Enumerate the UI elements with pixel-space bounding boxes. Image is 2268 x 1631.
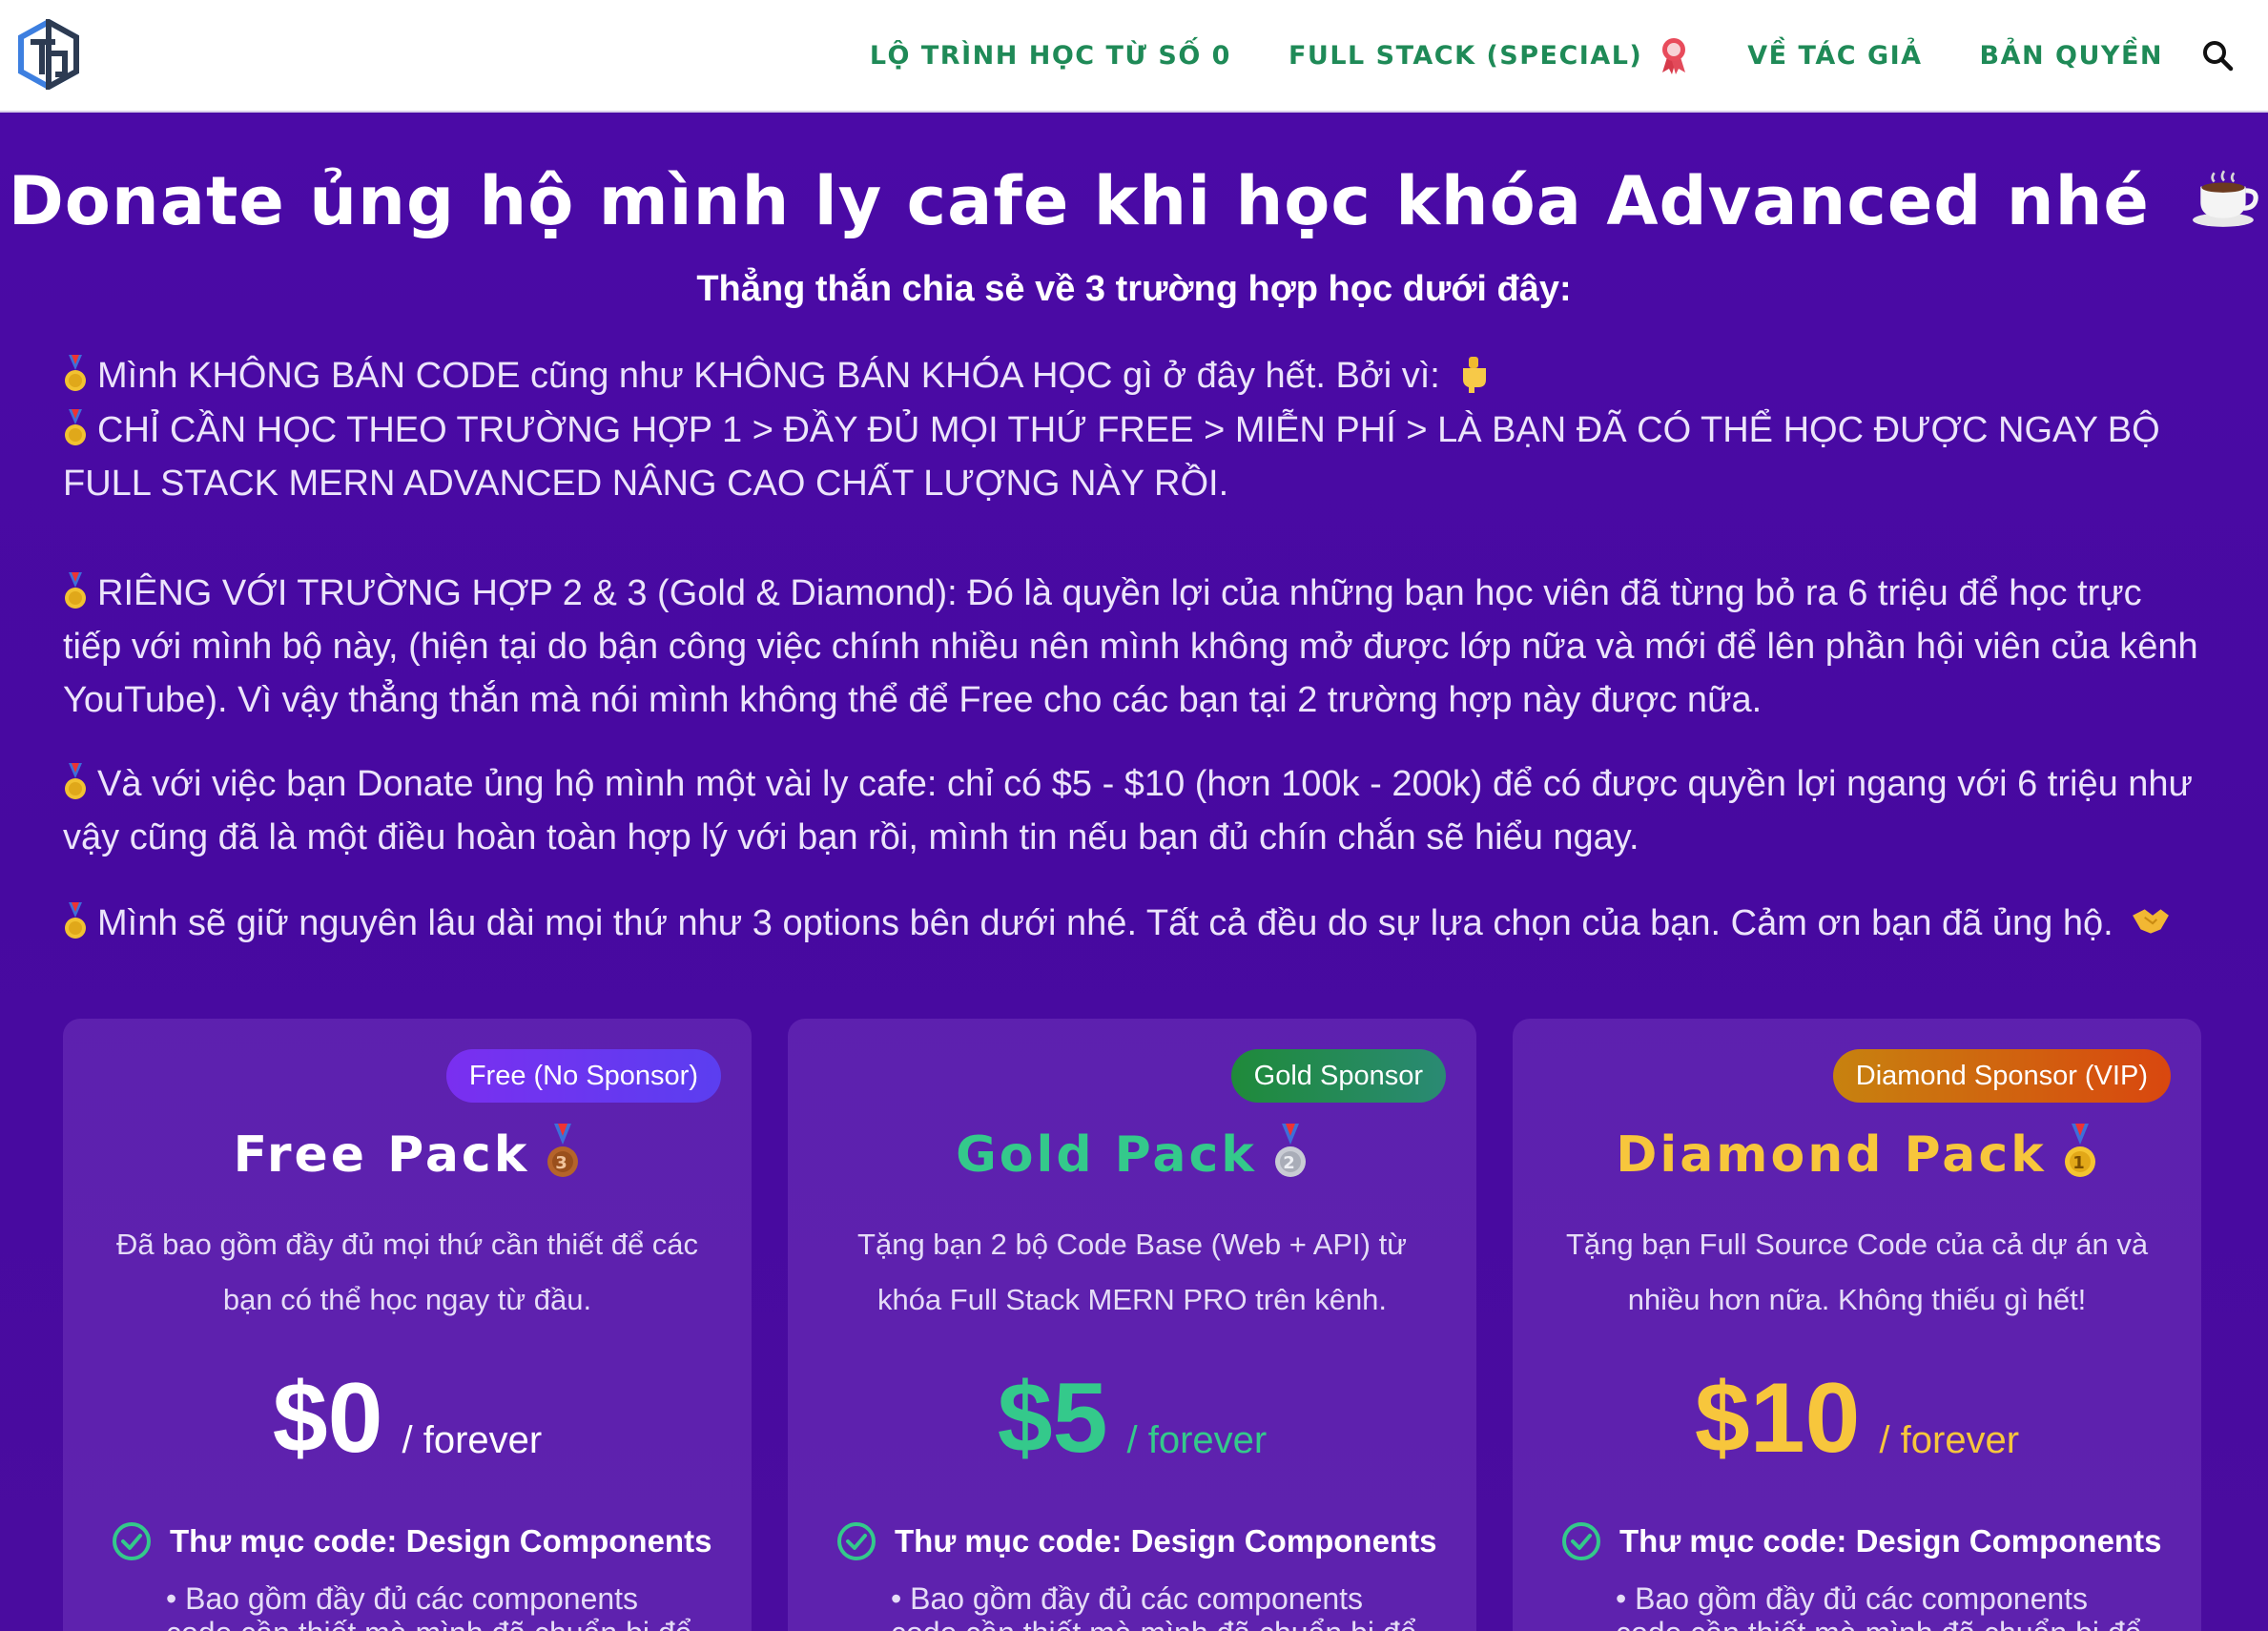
paragraph-5: Mình sẽ giữ nguyên lâu dài mọi thứ như 3… [63, 897, 2209, 950]
site-logo-icon[interactable] [17, 19, 80, 90]
paragraph-3-text: RIÊNG VỚI TRƯỜNG HỢP 2 & 3 (Gold & Diamo… [63, 573, 2198, 720]
pricing-card-gold: Gold Sponsor Gold Pack 2 Tặng bạn 2 bộ Co… [788, 1019, 1476, 1631]
paragraph-4-text: Và với việc bạn Donate ủng hộ mình một v… [63, 764, 2193, 857]
plan-title-text: Gold Pack [956, 1126, 1257, 1184]
nav-full-stack-label: FULL STACK (SPECIAL) [1288, 40, 1643, 71]
plan-period: / forever [402, 1419, 543, 1461]
bronze-medal-icon: 3 [547, 1124, 579, 1177]
svg-text:2: 2 [1283, 1153, 1298, 1173]
award-ribbon-icon [1662, 38, 1686, 74]
plan-price: $10 [1694, 1363, 1861, 1474]
page-title-text: Donate ủng hộ mình ly cafe khi học khóa … [8, 162, 2150, 240]
plan-title: Diamond Pack 1 [1513, 1124, 2201, 1184]
plan-badge: Diamond Sponsor (VIP) [1832, 1049, 2171, 1103]
paragraph-3: RIÊNG VỚI TRƯỜNG HỢP 2 & 3 (Gold & Diamo… [63, 567, 2209, 727]
plan-description: Tặng bạn 2 bộ Code Base (Web + API) từ k… [857, 1228, 1407, 1316]
paragraph-2-text: CHỈ CẦN HỌC THEO TRƯỜNG HỢP 1 > ĐẦY ĐỦ M… [63, 410, 2160, 504]
medal-icon [65, 409, 86, 445]
feature-item: Thư mục code: Design Components [111, 1520, 711, 1562]
medal-icon [65, 902, 86, 939]
plan-badge: Gold Sponsor [1230, 1049, 1446, 1103]
plan-description: Đã bao gồm đầy đủ mọi thứ cần thiết để c… [115, 1228, 699, 1316]
gold-medal-icon: 1 [2064, 1124, 2095, 1177]
plan-badge: Free (No Sponsor) [445, 1049, 721, 1103]
coffee-cup-icon [2193, 170, 2259, 227]
paragraph-1-text: Mình KHÔNG BÁN CODE cũng như KHÔNG BÁN K… [97, 356, 1440, 396]
pointing-down-icon [1463, 357, 1487, 393]
check-circle-icon [1562, 1522, 1600, 1560]
nav-copyright-label: BẢN QUYỀN [1979, 40, 2163, 71]
feature-title: Thư mục code: Design Components [1619, 1523, 2162, 1559]
page-title: Donate ủng hộ mình ly cafe khi học khóa … [0, 162, 2268, 240]
paragraph-1: Mình KHÔNG BÁN CODE cũng như KHÔNG BÁN K… [63, 349, 2209, 403]
medal-icon [65, 355, 86, 391]
plan-price: $5 [997, 1363, 1108, 1474]
medal-icon [65, 572, 86, 609]
pricing-card-free: Free (No Sponsor) Free Pack 3 Đã bao gồm … [63, 1019, 752, 1631]
plan-description: Tặng bạn Full Source Code của cả dự án v… [1565, 1228, 2149, 1316]
feature-title: Thư mục code: Design Components [170, 1523, 712, 1559]
check-circle-icon [837, 1522, 876, 1560]
paragraph-2: CHỈ CẦN HỌC THEO TRƯỜNG HỢP 1 > ĐẦY ĐỦ M… [63, 403, 2209, 510]
nav-about-author-label: VỀ TÁC GIẢ [1747, 40, 1923, 71]
medal-icon [65, 763, 86, 799]
plan-title: Free Pack 3 [63, 1124, 752, 1184]
check-circle-icon [113, 1522, 151, 1560]
site-header: LỘ TRÌNH HỌC TỪ SỐ 0 FULL STACK (SPECIAL… [0, 0, 2268, 113]
pricing-card-diamond: Diamond Sponsor (VIP) Diamond Pack 1 Tặng… [1513, 1019, 2201, 1631]
plan-price: $0 [272, 1363, 383, 1474]
plan-title-text: Free Pack [233, 1126, 530, 1184]
plan-price-row: $0 / forever [63, 1362, 752, 1476]
nav-full-stack[interactable]: FULL STACK (SPECIAL) [1289, 36, 1690, 74]
paragraph-5-text: Mình sẽ giữ nguyên lâu dài mọi thứ như 3… [97, 903, 2113, 943]
plan-period: / forever [1126, 1419, 1268, 1461]
plan-title: Gold Pack 2 [788, 1124, 1476, 1184]
main-nav: LỘ TRÌNH HỌC TỪ SỐ 0 FULL STACK (SPECIAL… [870, 0, 2234, 111]
search-icon[interactable] [2201, 39, 2234, 72]
nav-about-author[interactable]: VỀ TÁC GIẢ [1747, 41, 1922, 71]
feature-subtext: • Bao gồm đầy đủ các components code cần… [1616, 1581, 2141, 1631]
feature-title: Thư mục code: Design Components [895, 1523, 1437, 1559]
handshake-icon [2133, 909, 2170, 934]
nav-copyright[interactable]: BẢN QUYỀN [1980, 41, 2163, 71]
page-subtitle: Thẳng thắn chia sẻ về 3 trường hợp học d… [696, 269, 1572, 309]
silver-medal-icon: 2 [1274, 1124, 1306, 1177]
plan-price-row: $10 / forever [1513, 1362, 2201, 1476]
paragraph-4: Và với việc bạn Donate ủng hộ mình một v… [63, 757, 2209, 864]
donate-section: Donate ủng hộ mình ly cafe khi học khóa … [0, 113, 2268, 1631]
plan-price-row: $5 / forever [788, 1362, 1476, 1476]
plan-period: / forever [1879, 1419, 2020, 1461]
nav-learning-path[interactable]: LỘ TRÌNH HỌC TỪ SỐ 0 [870, 41, 1231, 71]
svg-text:1: 1 [2072, 1153, 2088, 1173]
svg-text:3: 3 [556, 1153, 571, 1173]
feature-item: Thư mục code: Design Components [1560, 1520, 2161, 1562]
nav-learning-path-label: LỘ TRÌNH HỌC TỪ SỐ 0 [869, 40, 1231, 71]
feature-subtext: • Bao gồm đầy đủ các components code cần… [166, 1581, 691, 1631]
plan-title-text: Diamond Pack [1616, 1126, 2047, 1184]
feature-item: Thư mục code: Design Components [835, 1520, 1436, 1562]
feature-subtext: • Bao gồm đầy đủ các components code cần… [891, 1581, 1416, 1631]
